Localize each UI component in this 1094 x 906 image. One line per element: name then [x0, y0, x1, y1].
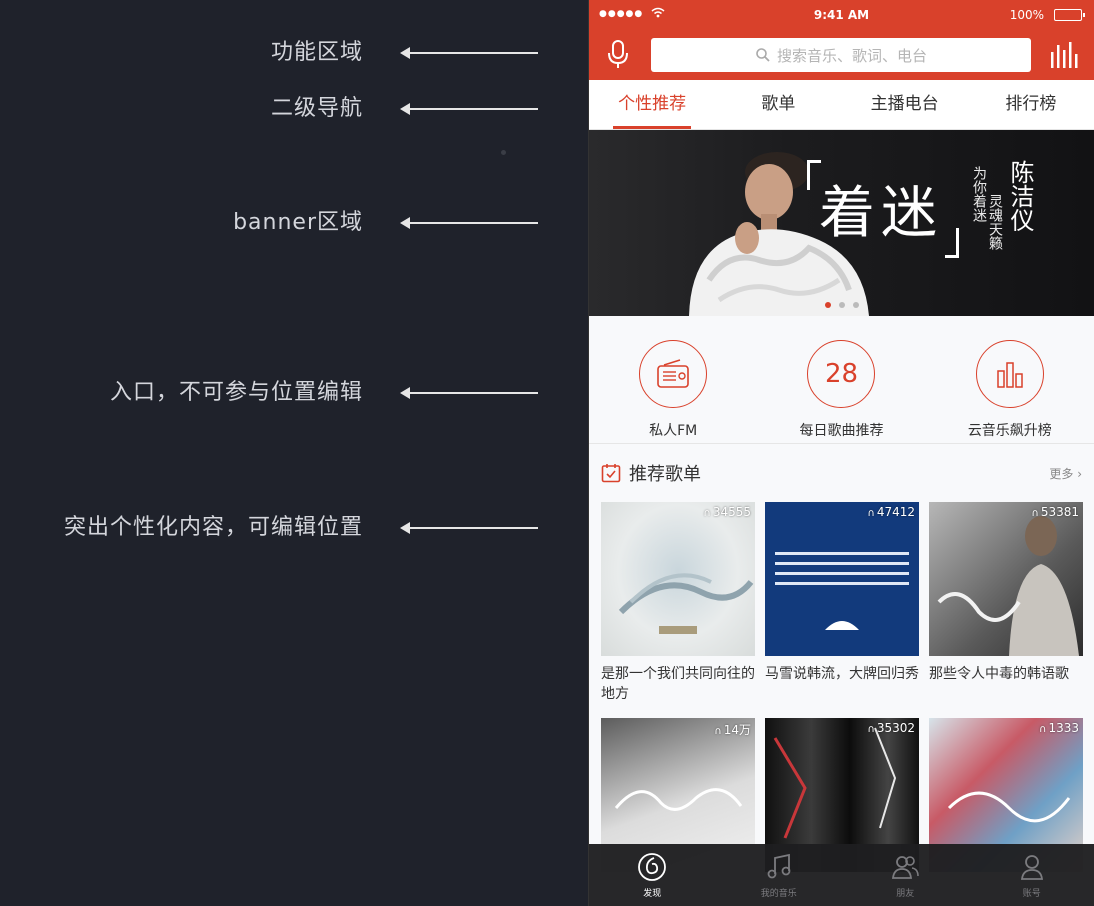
decorative-dot [501, 150, 506, 155]
search-placeholder: 搜索音乐、歌词、电台 [776, 46, 927, 65]
music-note-icon [767, 853, 791, 879]
more-label: 更多 [1049, 466, 1074, 481]
entry-label: 每日歌曲推荐 [799, 423, 884, 439]
headphones-icon: ∩ [1039, 724, 1047, 735]
annotation-label: banner区域 [233, 210, 363, 235]
secondary-tabs: 个性推荐 歌单 主播电台 排行榜 [589, 80, 1094, 130]
arrow-left-icon [400, 217, 538, 229]
banner-artist: 陈洁仪 [1006, 160, 1034, 232]
calendar-icon: 28 [807, 340, 876, 408]
entry-row: 私人FM 28 每日歌曲推荐 云音乐飙升榜 [589, 316, 1094, 444]
banner-title: 着迷 [819, 181, 943, 246]
bottom-nav: 发现 我的音乐 朋友 账号 [589, 844, 1094, 906]
calendar-day-number: 28 [824, 359, 859, 389]
chart-bars-icon [975, 340, 1044, 408]
phone-screen: ●●●●● 9:41 AM 100% 搜索音乐、歌词、电台 个性推荐 歌单 主播… [588, 0, 1094, 906]
top-bar: ●●●●● 9:41 AM 100% 搜索音乐、歌词、电台 [589, 0, 1094, 80]
playlist-cover: ∩ 34555 [601, 502, 755, 656]
playlist-cover: ∩ 47412 [765, 502, 919, 656]
nav-label: 我的音乐 [760, 889, 797, 899]
battery-percent: 100% [1009, 8, 1044, 22]
headphones-icon: ∩ [714, 726, 722, 737]
annotation-label: 突出个性化内容，可编辑位置 [63, 515, 363, 540]
entry-daily-songs[interactable]: 28 每日歌曲推荐 [757, 316, 925, 443]
entry-label: 云音乐飙升榜 [967, 423, 1052, 439]
bracket-right [945, 228, 959, 258]
playlist-name: 那些令人中毒的韩语歌 [929, 666, 1069, 682]
play-count: ∩ 14万 [714, 723, 751, 737]
user-icon [1020, 855, 1043, 880]
pagination-dot[interactable] [853, 302, 859, 308]
now-playing-icon[interactable] [1050, 42, 1078, 68]
entry-private-fm[interactable]: 私人FM [589, 316, 757, 443]
playlist-name: 是那一个我们共同向往的地方 [601, 666, 755, 702]
annotation-entries: 入口，不可参与位置编辑 [0, 378, 545, 408]
annotation-function-area: 功能区域 [0, 38, 545, 68]
annotation-label: 二级导航 [270, 96, 363, 121]
tab-charts[interactable]: 排行榜 [968, 80, 1094, 129]
cover-art [775, 552, 909, 630]
search-box[interactable]: 搜索音乐、歌词、电台 [651, 38, 1031, 72]
search-icon [756, 48, 770, 62]
recommended-playlists: 推荐歌单 更多 › ∩ 34555 是那一个我们共同向往的地方 ∩ 47412 … [589, 444, 1094, 872]
more-link[interactable]: 更多 › [1049, 465, 1082, 482]
playlist-card[interactable]: ∩ 34555 是那一个我们共同向往的地方 [601, 502, 755, 706]
chevron-right-icon: › [1077, 466, 1082, 481]
arrow-left-icon [400, 103, 538, 115]
playlist-name: 马雪说韩流，大牌回归秀 [765, 666, 919, 682]
headphones-icon: ∩ [867, 508, 875, 519]
entry-rising-chart[interactable]: 云音乐飙升榜 [926, 316, 1094, 443]
entry-label: 私人FM [649, 423, 698, 439]
arrow-left-icon [400, 387, 538, 399]
friends-icon [892, 856, 920, 879]
headphones-icon: ∩ [703, 508, 711, 519]
annotation-banner-area: banner区域 [0, 208, 545, 238]
play-count: ∩ 34555 [703, 505, 751, 519]
headphones-icon: ∩ [867, 724, 875, 735]
banner[interactable]: 着迷 为你着迷 灵魂天籁 陈洁仪 [589, 130, 1094, 316]
pagination-dot[interactable] [839, 302, 845, 308]
battery-icon [1054, 9, 1085, 21]
tab-playlists[interactable]: 歌单 [715, 80, 841, 129]
calendar-check-icon [601, 464, 621, 483]
nav-friends[interactable]: 朋友 [842, 844, 969, 906]
annotation-label: 功能区域 [270, 40, 363, 65]
nav-account[interactable]: 账号 [969, 844, 1094, 906]
play-count: ∩ 35302 [867, 721, 915, 735]
nav-my-music[interactable]: 我的音乐 [716, 844, 843, 906]
nav-label: 朋友 [896, 889, 915, 899]
radio-icon [639, 340, 708, 408]
playlist-card[interactable]: ∩ 53381 那些令人中毒的韩语歌 [929, 502, 1083, 706]
playlist-grid: ∩ 34555 是那一个我们共同向往的地方 ∩ 47412 马雪说韩流，大牌回归秀 [601, 502, 1083, 872]
play-count: ∩ 47412 [867, 505, 915, 519]
banner-subtitle: 为你着迷 [971, 166, 987, 222]
banner-pagination[interactable] [825, 302, 859, 308]
netease-logo-icon [638, 853, 667, 881]
tab-radio[interactable]: 主播电台 [842, 80, 968, 129]
headphones-icon: ∩ [1031, 508, 1039, 519]
nav-label: 账号 [1022, 889, 1041, 899]
playlist-cover: ∩ 53381 [929, 502, 1083, 656]
arrow-left-icon [400, 47, 538, 59]
pagination-dot[interactable] [825, 302, 831, 308]
nav-discover[interactable]: 发现 [589, 844, 716, 906]
play-count: ∩ 53381 [1031, 505, 1079, 519]
annotation-secondary-nav: 二级导航 [0, 94, 545, 124]
arrow-left-icon [400, 522, 538, 534]
status-bar: ●●●●● 9:41 AM 100% [589, 0, 1094, 32]
cover-art [937, 516, 1079, 656]
nav-label: 发现 [643, 889, 662, 899]
play-count: ∩ 1333 [1039, 721, 1079, 735]
playlist-card[interactable]: ∩ 47412 马雪说韩流，大牌回归秀 [765, 502, 919, 706]
annotation-personalized: 突出个性化内容，可编辑位置 [0, 513, 545, 543]
microphone-icon[interactable] [607, 40, 629, 70]
banner-subtitle: 灵魂天籁 [987, 194, 1003, 250]
section-title: 推荐歌单 [629, 464, 701, 485]
annotation-label: 入口，不可参与位置编辑 [109, 380, 363, 405]
section-header: 推荐歌单 更多 › [601, 444, 1082, 502]
cover-art [618, 573, 754, 634]
tab-recommend[interactable]: 个性推荐 [589, 80, 715, 129]
